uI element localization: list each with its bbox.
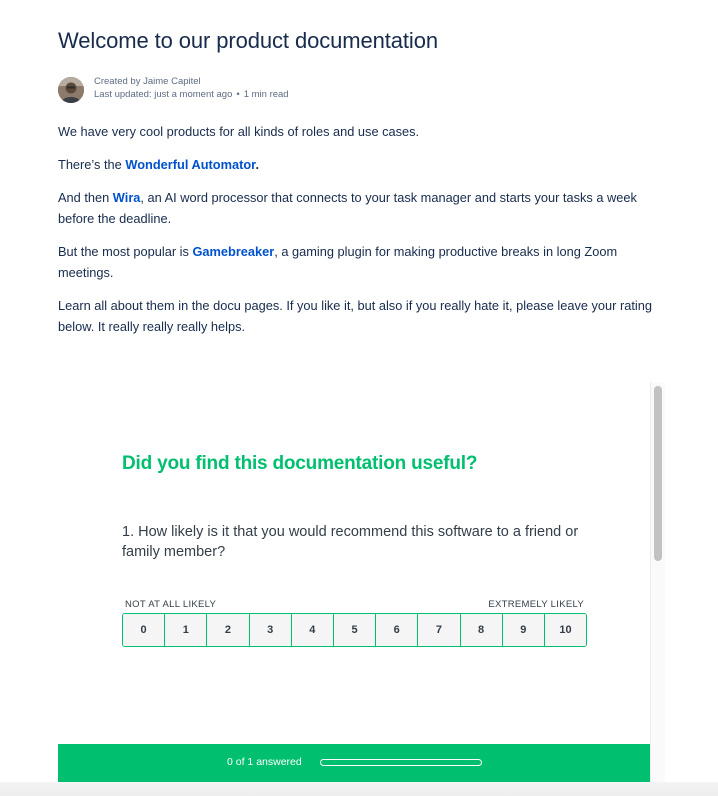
author-avatar[interactable] bbox=[58, 77, 84, 103]
nps-option-10[interactable]: 10 bbox=[544, 614, 586, 646]
nps-option-8[interactable]: 8 bbox=[460, 614, 503, 646]
last-updated[interactable]: Last updated: just a moment ago bbox=[94, 89, 232, 100]
paragraph-intro: We have very cool products for all kinds… bbox=[58, 124, 420, 139]
paragraph-wira: And then Wira, an AI word processor that… bbox=[58, 187, 668, 229]
nps-option-6[interactable]: 6 bbox=[376, 614, 419, 646]
text-segment: But the most popular is bbox=[58, 244, 193, 259]
nps-option-7[interactable]: 7 bbox=[418, 614, 461, 646]
byline-separator: • bbox=[236, 89, 240, 100]
text-segment: There’s the bbox=[58, 157, 126, 172]
page-title: Welcome to our product documentation bbox=[58, 28, 438, 53]
paragraph-rating-request: Learn all about them in the docu pages. … bbox=[58, 298, 652, 334]
nps-option-4[interactable]: 4 bbox=[291, 614, 334, 646]
text-segment: , an AI word processor that connects to … bbox=[58, 190, 637, 226]
scale-low-label: NOT AT ALL LIKELY bbox=[125, 599, 217, 610]
nps-option-2[interactable]: 2 bbox=[207, 614, 250, 646]
nps-option-1[interactable]: 1 bbox=[165, 614, 208, 646]
survey-question: 1. How likely is it that you would recom… bbox=[122, 524, 579, 560]
nps-option-3[interactable]: 3 bbox=[249, 614, 292, 646]
survey-scrollbar[interactable] bbox=[650, 382, 665, 782]
progress-text: 0 of 1 answered bbox=[227, 756, 302, 768]
survey-embed: Did you find this documentation useful? … bbox=[58, 382, 665, 782]
survey-progress-bar: 0 of 1 answered bbox=[58, 744, 651, 782]
survey-heading: Did you find this documentation useful? bbox=[122, 453, 478, 474]
page-bottom-edge bbox=[0, 782, 718, 796]
nps-option-5[interactable]: 5 bbox=[333, 614, 377, 646]
nps-option-0[interactable]: 0 bbox=[123, 614, 166, 646]
scrollbar-thumb[interactable] bbox=[654, 386, 662, 561]
read-time: 1 min read bbox=[243, 89, 289, 100]
link-wira[interactable]: Wira bbox=[113, 190, 141, 205]
paragraph-automator: There’s the Wonderful Automator. bbox=[58, 154, 668, 175]
text-segment: And then bbox=[58, 190, 113, 205]
progress-track bbox=[320, 759, 482, 766]
page-body: We have very cool products for all kinds… bbox=[58, 121, 668, 349]
scale-high-label: EXTREMELY LIKELY bbox=[488, 599, 584, 610]
nps-scale: 0 1 2 3 4 5 6 7 8 9 10 bbox=[122, 613, 587, 647]
text-segment: . bbox=[255, 157, 259, 172]
created-by[interactable]: Created by Jaime Capitel bbox=[94, 75, 289, 88]
paragraph-gamebreaker: But the most popular is Gamebreaker, a g… bbox=[58, 241, 668, 283]
byline-text: Created by Jaime Capitel Last updated: j… bbox=[94, 75, 289, 101]
byline-meta-row: Last updated: just a moment ago • 1 min re… bbox=[94, 88, 289, 101]
link-gamebreaker[interactable]: Gamebreaker bbox=[192, 244, 274, 259]
avatar-image bbox=[58, 77, 84, 103]
link-wonderful-automator[interactable]: Wonderful Automator bbox=[125, 157, 255, 172]
nps-option-9[interactable]: 9 bbox=[502, 614, 545, 646]
